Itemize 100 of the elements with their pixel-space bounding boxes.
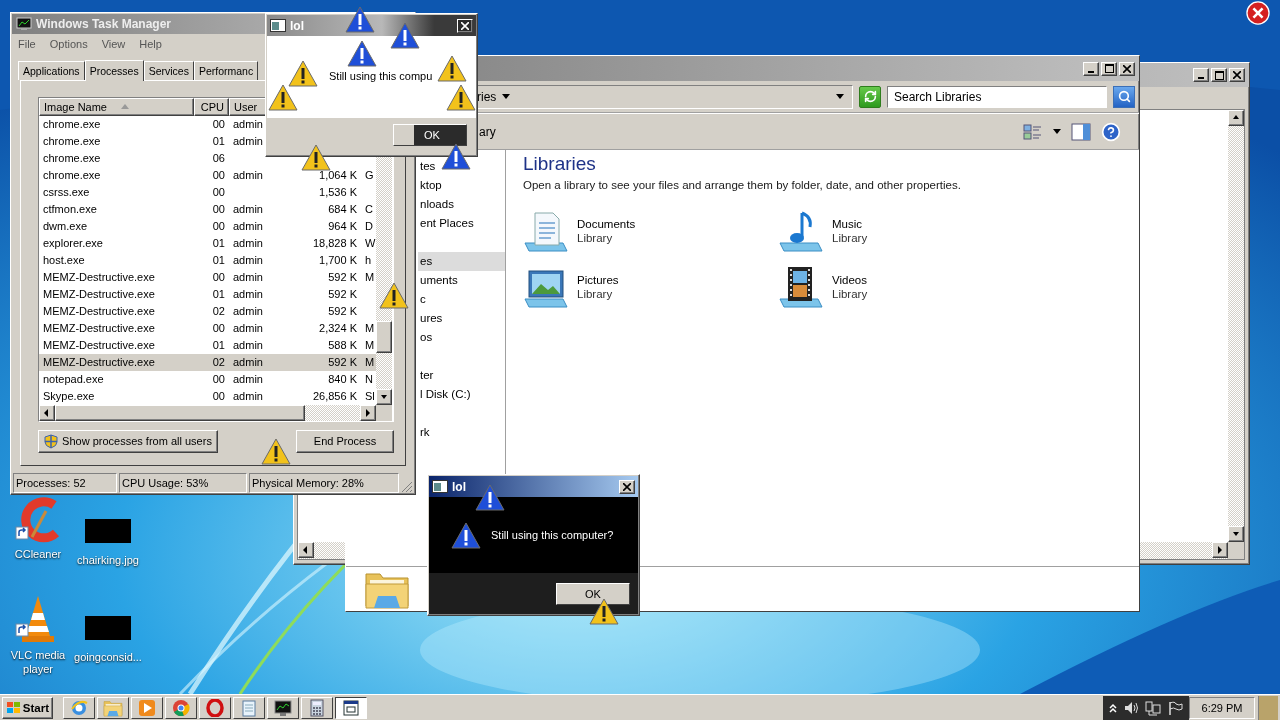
table-cell-text: C	[364, 202, 374, 218]
scroll-up-button[interactable]	[1228, 110, 1244, 126]
close-button[interactable]	[1229, 68, 1245, 82]
arrow-icon	[302, 546, 310, 554]
nav-item[interactable]: uments	[418, 271, 460, 290]
nav-item[interactable]: l Disk (C:)	[418, 385, 473, 404]
taskbar-button[interactable]	[335, 696, 367, 719]
scroll-down-button[interactable]	[1228, 526, 1244, 542]
menu-item[interactable]: File	[18, 38, 36, 51]
minimize-icon	[1088, 70, 1094, 73]
start-button[interactable]: Start	[2, 696, 53, 719]
library-type: Library	[577, 231, 614, 245]
search-button[interactable]	[1113, 85, 1135, 108]
tab[interactable]: Applications	[18, 60, 85, 80]
process-row[interactable]: notepad.exe 00 admin 840 K N	[39, 370, 376, 388]
nav-item[interactable]: ter	[418, 366, 436, 385]
scroll-down-button[interactable]	[376, 388, 392, 405]
nav-item[interactable]: ent Places	[418, 214, 476, 233]
show-desktop-button[interactable]	[1258, 695, 1278, 720]
process-row[interactable]: MEMZ-Destructive.exe 02 admin 592 K	[39, 302, 376, 320]
warning-icon	[347, 40, 377, 67]
menu-item[interactable]: Options	[49, 38, 88, 51]
scroll-thumb[interactable]	[376, 320, 392, 353]
nav-item[interactable]: c	[418, 290, 428, 309]
search-field[interactable]: Search Libraries	[887, 85, 1107, 108]
maximize-button[interactable]	[1101, 61, 1117, 76]
maximize-icon	[1214, 70, 1224, 80]
process-row[interactable]: explorer.exe 01 admin 18,828 K W	[39, 234, 376, 252]
minimize-button[interactable]	[1083, 61, 1099, 76]
toolbar-item[interactable]: ary	[479, 124, 496, 139]
table-cell-text: admin	[232, 321, 264, 337]
page-heading: Libraries	[523, 152, 596, 176]
close-button[interactable]	[457, 18, 473, 33]
table-cell-text: 01	[211, 236, 226, 252]
library-name[interactable]: Documents	[577, 217, 636, 231]
nav-item[interactable]: tes	[418, 157, 438, 176]
menu-item[interactable]: Help	[139, 38, 162, 51]
search-icon	[1117, 90, 1131, 103]
table-cell-text: admin	[232, 134, 264, 150]
minimize-button[interactable]	[1193, 68, 1209, 82]
nav-item[interactable]: os	[418, 328, 435, 347]
menu-item[interactable]: View	[101, 38, 126, 51]
scroll-right-button[interactable]	[1212, 542, 1228, 558]
table-cell-text: MEMZ-Destructive.exe	[42, 321, 156, 337]
scroll-right-button[interactable]	[360, 404, 376, 421]
nav-item[interactable]: nloads	[418, 195, 456, 214]
nav-item[interactable]: rk	[418, 423, 432, 442]
nav-item[interactable]: es	[418, 252, 505, 271]
caret-icon	[836, 94, 844, 99]
table-cell-text: admin	[232, 219, 264, 235]
library-name[interactable]: Music	[832, 217, 868, 231]
table-cell-text: 00	[211, 219, 226, 235]
scroll-left-button[interactable]	[39, 404, 55, 421]
table-cell-text: 00	[211, 372, 226, 388]
process-row[interactable]: MEMZ-Destructive.exe 02 admin 592 K M	[39, 353, 376, 371]
nav-item[interactable]: ktop	[418, 176, 444, 195]
process-row[interactable]: chrome.exe 00 admin 1,064 K G	[39, 166, 376, 184]
process-row[interactable]: chrome.exe 06	[39, 149, 376, 167]
dialog-message: Still using this computer?	[491, 529, 614, 541]
show-all-users-button[interactable]: Show processes from all users	[38, 429, 218, 453]
tab[interactable]: Performanc	[193, 60, 259, 80]
column-header[interactable]: CPU	[194, 97, 229, 116]
windows-logo-icon	[6, 700, 20, 715]
scroll-left-button[interactable]	[298, 542, 314, 558]
table-cell-text: csrss.exe	[42, 185, 91, 201]
tab[interactable]: Services	[143, 60, 194, 80]
refresh-button[interactable]	[859, 85, 881, 108]
process-row[interactable]: MEMZ-Destructive.exe 00 admin 592 K M	[39, 268, 376, 286]
end-process-button[interactable]: End Process	[296, 429, 394, 453]
maximize-button[interactable]	[1211, 68, 1227, 82]
help-icon[interactable]	[1101, 121, 1121, 142]
process-row[interactable]: MEMZ-Destructive.exe 01 admin 588 K M	[39, 336, 376, 354]
process-row[interactable]: csrss.exe 00 1,536 K	[39, 183, 376, 201]
table-cell-text: 00	[211, 321, 226, 337]
tab[interactable]: Processes	[84, 59, 144, 81]
table-cell-text: h	[364, 253, 373, 269]
calculator-icon	[308, 698, 326, 717]
close-button[interactable]	[619, 479, 635, 494]
status-text: Processes: 52	[13, 473, 117, 493]
process-row[interactable]: Skype.exe 00 admin 26,856 K Sl	[39, 387, 376, 405]
table-cell-text: admin	[232, 372, 264, 388]
window-title: Windows Task Manager	[36, 16, 172, 31]
ok-button[interactable]: OK	[556, 583, 630, 605]
process-row[interactable]: MEMZ-Destructive.exe 01 admin 592 K	[39, 285, 376, 303]
view-icon	[1023, 122, 1043, 141]
nav-item[interactable]: ures	[418, 309, 445, 328]
library-name[interactable]: Videos	[832, 273, 868, 287]
process-row[interactable]: host.exe 01 admin 1,700 K h	[39, 251, 376, 269]
table-cell-text: admin	[232, 253, 264, 269]
process-row[interactable]: MEMZ-Destructive.exe 00 admin 2,324 K M	[39, 319, 376, 337]
ok-button[interactable]: OK	[393, 124, 467, 146]
close-button[interactable]	[1119, 61, 1135, 76]
process-row[interactable]: ctfmon.exe 00 admin 684 K C	[39, 200, 376, 218]
column-header[interactable]: Image Name	[39, 97, 194, 116]
process-row[interactable]: dwm.exe 00 admin 964 K D	[39, 217, 376, 235]
table-cell-text: 592 K	[327, 304, 358, 320]
scroll-thumb[interactable]	[55, 404, 305, 421]
breadcrumb[interactable]: ries	[477, 89, 497, 104]
table-cell-text: MEMZ-Destructive.exe	[42, 338, 156, 354]
library-name[interactable]: Pictures	[577, 273, 619, 287]
